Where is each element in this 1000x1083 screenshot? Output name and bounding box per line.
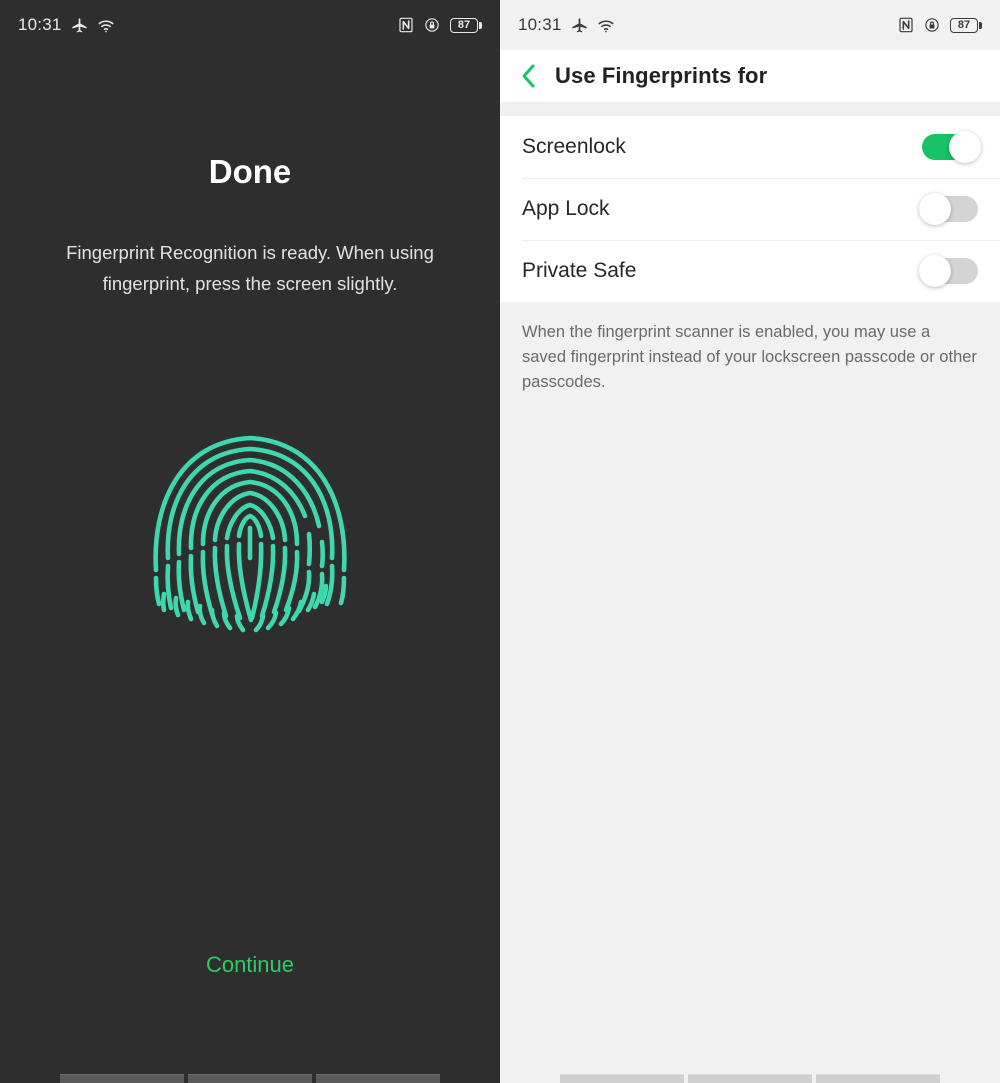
status-time: 10:31 xyxy=(518,15,562,34)
settings-list: Screenlock App Lock Private Safe xyxy=(500,116,1000,302)
app-bar: Use Fingerprints for xyxy=(500,50,1000,102)
page-title: Done xyxy=(208,153,292,190)
battery-icon: 87 xyxy=(950,17,982,33)
nav-recents-button[interactable] xyxy=(316,1074,440,1083)
nav-home-button[interactable] xyxy=(688,1074,812,1083)
row-app-lock[interactable]: App Lock xyxy=(500,178,1000,240)
continue-button[interactable]: Continue xyxy=(0,952,500,978)
footnote-text: When the fingerprint scanner is enabled,… xyxy=(500,302,1000,395)
status-bar-right-group: 87 xyxy=(398,17,482,33)
toggle-app-lock[interactable] xyxy=(919,193,978,225)
header-divider xyxy=(500,102,1000,116)
lock-icon xyxy=(424,17,440,33)
toggle-screenlock[interactable] xyxy=(922,131,981,163)
nfc-icon xyxy=(398,17,414,33)
wifi-icon xyxy=(97,17,115,34)
row-private-safe[interactable]: Private Safe xyxy=(500,240,1000,302)
use-fingerprints-for-screen: 10:31 87 Use Fingerprints for Screenlock… xyxy=(500,0,1000,1083)
airplane-mode-icon xyxy=(71,17,88,34)
row-label: App Lock xyxy=(522,197,610,220)
system-nav-bar-left xyxy=(0,1061,500,1083)
right-screen-body: Use Fingerprints for Screenlock App Lock xyxy=(500,50,1000,1083)
row-label: Private Safe xyxy=(522,259,637,282)
chevron-left-icon[interactable] xyxy=(520,63,537,89)
toggle-knob xyxy=(919,193,951,225)
status-bar-right: 10:31 87 xyxy=(500,0,1000,50)
nav-home-button[interactable] xyxy=(188,1074,312,1083)
nav-recents-button[interactable] xyxy=(816,1074,940,1083)
dual-screenshot: 10:31 87 Done Fingerprint Recognition is… xyxy=(0,0,1000,1083)
battery-nub xyxy=(479,21,482,29)
toggle-knob xyxy=(919,255,951,287)
nav-back-button[interactable] xyxy=(60,1074,184,1083)
system-nav-bar-right xyxy=(500,1061,1000,1083)
toggle-private-safe[interactable] xyxy=(919,255,978,287)
status-bar-left-group: 10:31 xyxy=(518,15,615,35)
battery-icon: 87 xyxy=(450,17,482,33)
battery-nub xyxy=(979,21,982,29)
lock-icon xyxy=(924,17,940,33)
fingerprint-done-screen: 10:31 87 Done Fingerprint Recognition is… xyxy=(0,0,500,1083)
page-title: Use Fingerprints for xyxy=(555,63,768,88)
fingerprint-illustration xyxy=(0,408,500,638)
airplane-mode-icon xyxy=(571,17,588,34)
nav-back-button[interactable] xyxy=(560,1074,684,1083)
toggle-knob xyxy=(949,131,981,163)
row-label: Screenlock xyxy=(522,135,626,158)
status-bar-left-group: 10:31 xyxy=(18,15,115,35)
status-time: 10:31 xyxy=(18,15,62,34)
wifi-icon xyxy=(597,17,615,34)
nfc-icon xyxy=(898,17,914,33)
empty-space xyxy=(500,395,1000,1083)
battery-level: 87 xyxy=(450,17,478,33)
battery-level: 87 xyxy=(950,17,978,33)
status-bar-right-group: 87 xyxy=(898,17,982,33)
status-bar-left: 10:31 87 xyxy=(0,0,500,50)
page-description: Fingerprint Recognition is ready. When u… xyxy=(66,242,434,294)
row-screenlock[interactable]: Screenlock xyxy=(500,116,1000,178)
